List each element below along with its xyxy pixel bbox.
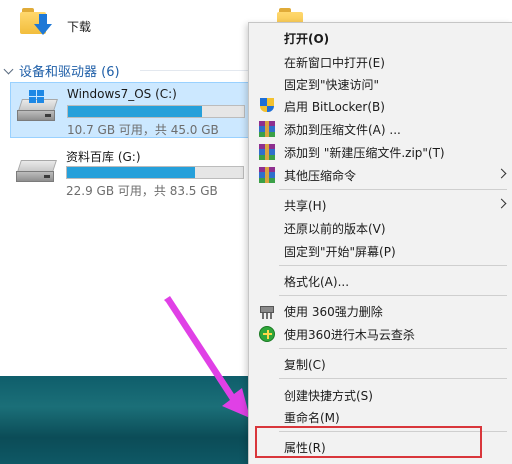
- winrar-icon: [259, 121, 275, 137]
- drive-c[interactable]: Windows7_OS (C:) 10.7 GB 可用，共 45.0 GB: [10, 82, 250, 138]
- menu-item-restore-versions[interactable]: 还原以前的版本(V): [249, 217, 512, 239]
- menu-item-other-compress[interactable]: 其他压缩命令: [249, 164, 512, 186]
- drive-size-text: 22.9 GB 可用，共 83.5 GB: [66, 184, 218, 198]
- menu-item-label: 还原以前的版本(V): [284, 222, 386, 236]
- menu-item-label: 共享(H): [284, 199, 327, 213]
- chevron-down-icon[interactable]: [4, 66, 14, 76]
- section-title: 设备和驱动器 (6): [19, 65, 120, 80]
- drive-usage-fill: [68, 106, 203, 117]
- menu-item-360-scan[interactable]: 使用360进行木马云查杀: [249, 323, 512, 345]
- drive-usage-bar: [67, 105, 245, 118]
- drive-name: Windows7_OS (C:): [67, 87, 177, 101]
- hard-drive-icon: [16, 160, 58, 184]
- drive-usage-bar: [66, 166, 244, 179]
- menu-item-label: 添加到压缩文件(A) ...: [284, 123, 401, 137]
- drive-usage-fill: [67, 167, 195, 178]
- hard-drive-icon: [17, 90, 59, 123]
- menu-item-pin-quick-access[interactable]: 固定到"快速访问": [249, 73, 512, 95]
- menu-separator: [279, 348, 507, 349]
- menu-item-label: 其他压缩命令: [284, 169, 357, 183]
- annotation-highlight-box: [255, 426, 482, 458]
- menu-item-add-zip[interactable]: 添加到 "新建压缩文件.zip"(T): [249, 141, 512, 163]
- menu-item-open[interactable]: 打开(O): [249, 27, 512, 49]
- menu-item-add-archive[interactable]: 添加到压缩文件(A) ...: [249, 118, 512, 140]
- menu-item-label: 使用360进行木马云查杀: [284, 328, 415, 342]
- menu-item-label: 在新窗口中打开(E): [284, 56, 385, 70]
- section-divider: [140, 70, 250, 71]
- drive-name: 资料百库 (G:): [66, 150, 141, 164]
- menu-separator: [279, 295, 507, 296]
- menu-item-label: 复制(C): [284, 358, 326, 372]
- menu-item-label: 添加到 "新建压缩文件.zip"(T): [284, 146, 445, 160]
- menu-item-label: 重命名(M): [284, 411, 340, 425]
- context-menu: 打开(O) 在新窗口中打开(E) 固定到"快速访问" 启用 BitLocker(…: [248, 22, 512, 464]
- annotation-arrow-shape: [164, 296, 250, 418]
- menu-separator: [279, 378, 507, 379]
- downloads-label[interactable]: 下载: [67, 18, 91, 35]
- 360-plus-icon: [259, 326, 275, 342]
- chevron-right-icon: [496, 198, 507, 209]
- menu-item-open-new-window[interactable]: 在新窗口中打开(E): [249, 51, 512, 73]
- menu-item-label: 打开(O): [284, 32, 330, 46]
- menu-item-label: 创建快捷方式(S): [284, 389, 373, 403]
- winrar-icon: [259, 167, 275, 183]
- menu-separator: [279, 189, 507, 190]
- shredder-icon: [259, 303, 275, 319]
- annotation-arrow: [164, 296, 250, 418]
- menu-item-pin-start[interactable]: 固定到"开始"屏幕(P): [249, 240, 512, 262]
- windows-logo-icon: [29, 90, 45, 104]
- chevron-right-icon: [496, 168, 507, 179]
- menu-item-label: 启用 BitLocker(B): [284, 100, 385, 114]
- download-arrow-head-icon: [34, 24, 52, 35]
- winrar-icon: [259, 144, 275, 160]
- drive-g[interactable]: 资料百库 (G:) 22.9 GB 可用，共 83.5 GB: [10, 144, 250, 200]
- menu-item-label: 固定到"快速访问": [284, 78, 380, 92]
- menu-item-label: 使用 360强力删除: [284, 305, 383, 319]
- menu-item-create-shortcut[interactable]: 创建快捷方式(S): [249, 384, 512, 406]
- menu-item-bitlocker[interactable]: 启用 BitLocker(B): [249, 95, 512, 117]
- menu-separator: [279, 265, 507, 266]
- drive-size-text: 10.7 GB 可用，共 45.0 GB: [67, 123, 219, 137]
- menu-item-format[interactable]: 格式化(A)...: [249, 270, 512, 292]
- menu-item-rename[interactable]: 重命名(M): [249, 406, 512, 428]
- bitlocker-shield-icon: [260, 98, 274, 114]
- devices-and-drives-header[interactable]: 设备和驱动器 (6): [4, 61, 120, 80]
- menu-item-360-shred[interactable]: 使用 360强力删除: [249, 300, 512, 322]
- menu-item-share[interactable]: 共享(H): [249, 194, 512, 216]
- menu-item-label: 固定到"开始"屏幕(P): [284, 245, 396, 259]
- menu-item-copy[interactable]: 复制(C): [249, 353, 512, 375]
- menu-item-label: 格式化(A)...: [284, 275, 350, 289]
